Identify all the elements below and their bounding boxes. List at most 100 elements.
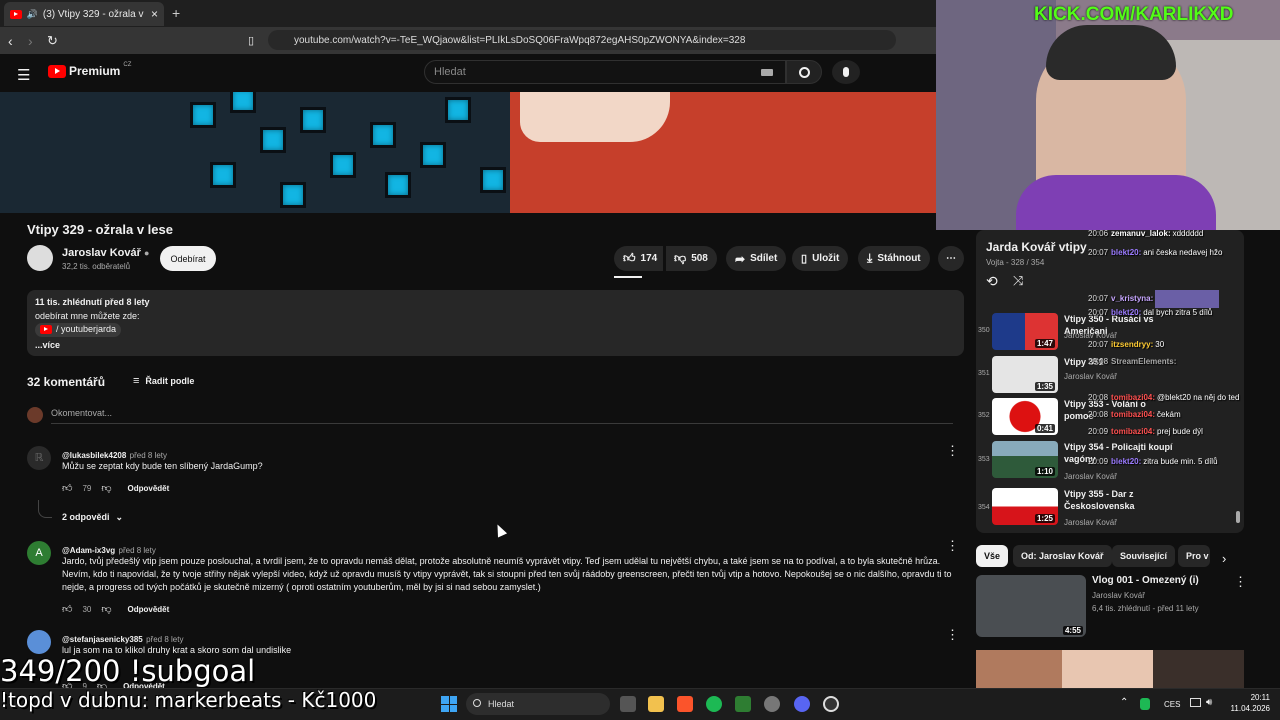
chat-user: tomibazi04:	[1111, 410, 1156, 419]
playlist-thumbnail[interactable]: 1:35	[992, 356, 1058, 393]
filter-chip-for-you[interactable]: Pro v	[1178, 545, 1210, 567]
download-icon: ⤓	[867, 251, 873, 265]
description-line: odebírat mne můžete zde:	[35, 310, 140, 321]
comment-time[interactable]: před 8 lety	[130, 451, 167, 460]
thumb-down-icon[interactable]: 👎︎	[101, 603, 111, 615]
like-button[interactable]: 👍︎ 174	[614, 246, 664, 271]
back-icon[interactable]: ‹	[8, 33, 13, 49]
save-button[interactable]: ▯ Uložit	[792, 246, 849, 271]
recommended-title[interactable]: Vlog 001 - Omezený (i)	[1092, 575, 1199, 586]
emote-icon	[1155, 290, 1220, 308]
playlist-thumbnail[interactable]: 1:10	[992, 441, 1058, 478]
sort-button[interactable]: ≡ Řadit podle	[133, 375, 194, 387]
youtube-logo[interactable]: Premium CZ	[48, 62, 131, 78]
taskbar-language[interactable]: CES	[1164, 700, 1180, 709]
playlist-thumbnail[interactable]: 0:41	[992, 398, 1058, 435]
recommended-menu-icon[interactable]: ⋮	[1234, 574, 1247, 590]
url-field[interactable]: youtube.com/watch?v=-TeE_WQjaow&list=PLI…	[268, 30, 896, 50]
comment-time[interactable]: před 8 lety	[146, 635, 183, 644]
spotify-icon[interactable]	[706, 696, 722, 712]
dislike-count: 508	[691, 253, 708, 264]
subscriber-count: 32,2 tis. odběratelů	[62, 262, 131, 271]
description-box[interactable]: 11 tis. zhlédnutí před 8 lety odebírat m…	[27, 290, 964, 356]
search-button[interactable]	[786, 60, 822, 84]
filter-chip-related[interactable]: Související	[1112, 545, 1176, 567]
comment-avatar[interactable]	[27, 630, 51, 654]
playlist-item-title[interactable]: Vtipy 355 - Dar z Československa	[1064, 488, 1174, 512]
search-icon	[473, 699, 481, 707]
new-tab-button[interactable]: +	[172, 5, 180, 21]
replies-toggle[interactable]: 2 odpovědi ⌄	[62, 512, 123, 523]
keyboard-icon[interactable]	[761, 68, 773, 76]
obs-icon[interactable]	[823, 696, 839, 712]
comment-text: Jardo, tvůj předešlý vtip jsem pouze pos…	[62, 556, 952, 592]
playlist-index: 354	[978, 504, 990, 511]
volume-icon[interactable]: 🔊︎	[1206, 697, 1212, 708]
description-link[interactable]: / youtuberjarda	[35, 323, 122, 337]
thumb-down-icon: 👎︎	[674, 251, 687, 265]
tray-app-icon[interactable]	[1140, 698, 1150, 710]
reload-icon[interactable]: ↻	[47, 33, 58, 49]
reply-button[interactable]: Odpovědět	[128, 484, 170, 493]
channel-avatar[interactable]	[27, 245, 53, 271]
comment-menu-icon[interactable]: ⋮	[946, 538, 959, 554]
recommended-thumbnail[interactable]: 4:55	[976, 575, 1086, 637]
forward-icon[interactable]: ›	[28, 33, 33, 49]
download-button[interactable]: ⤓ Stáhnout	[858, 246, 930, 271]
chevron-right-icon[interactable]: ›	[1222, 551, 1226, 566]
task-view-icon[interactable]	[620, 696, 636, 712]
file-explorer-icon[interactable]	[648, 696, 664, 712]
taskbar-clock[interactable]: 20:11 11.04.2026	[1220, 692, 1270, 714]
chat-time: 20:09	[1088, 457, 1109, 466]
chat-time: 20:09	[1088, 427, 1109, 436]
thumb-up-icon[interactable]: 👍︎	[62, 482, 72, 494]
chat-message: 20:09 tomibazi04: prej bude dýl	[1088, 427, 1203, 436]
network-icon[interactable]	[1190, 698, 1201, 707]
bookmark-icon[interactable]: ▯	[248, 34, 254, 47]
comment-author[interactable]: @lukasbilek4208	[62, 451, 126, 460]
dislike-button[interactable]: 👎︎ 508	[666, 246, 717, 271]
comment-avatar[interactable]: ℝ	[27, 446, 51, 470]
tab-close-icon[interactable]: ×	[151, 7, 158, 21]
app-icon[interactable]	[735, 696, 751, 712]
search-input[interactable]: Hledat	[424, 60, 786, 84]
subscribe-button[interactable]: Odebírat	[160, 246, 216, 271]
filter-chip-channel[interactable]: Od: Jaroslav Kovář	[1013, 545, 1112, 567]
brave-icon[interactable]	[677, 696, 693, 712]
comment-time[interactable]: před 8 lety	[119, 546, 156, 555]
microphone-icon	[843, 67, 849, 77]
ccleaner-icon[interactable]	[764, 696, 780, 712]
chat-time: 20:06	[1088, 229, 1109, 238]
start-icon[interactable]	[441, 696, 457, 712]
filter-chip-all[interactable]: Vše	[976, 545, 1009, 567]
recommended-author[interactable]: Jaroslav Kovář	[1092, 591, 1145, 600]
more-actions-button[interactable]: ⋯	[938, 246, 964, 271]
playlist-thumbnail[interactable]: 1:25	[992, 488, 1058, 525]
comment-author[interactable]: @Adam-ix3vg	[62, 546, 115, 555]
playlist-scrollbar[interactable]	[1236, 511, 1240, 523]
voice-search-button[interactable]	[832, 60, 860, 84]
playlist-title[interactable]: Jarda Kovář vtipy	[986, 240, 1087, 254]
shuffle-icon[interactable]: ⤨	[1013, 273, 1023, 289]
channel-name[interactable]: Jaroslav Kovář ●	[62, 247, 149, 259]
discord-icon[interactable]	[794, 696, 810, 712]
menu-icon[interactable]: ☰	[17, 66, 30, 84]
comment-avatar[interactable]: A	[27, 541, 51, 565]
replies-count: 2 odpovědi	[62, 512, 110, 522]
playlist-thumbnail[interactable]: 1:47	[992, 313, 1058, 350]
reply-button[interactable]: Odpovědět	[128, 605, 170, 614]
taskbar-search[interactable]: Hledat	[466, 693, 610, 715]
thumb-down-icon[interactable]: 👎︎	[101, 482, 111, 494]
tray-chevron-icon[interactable]: ⌃	[1120, 697, 1128, 708]
browser-tab[interactable]: 🔊 (3) Vtipy 329 - ožrala v lese - ×	[4, 2, 164, 26]
description-more[interactable]: ...více	[35, 339, 956, 353]
recommended-thumbnail-row[interactable]	[976, 650, 1244, 688]
thumb-up-icon[interactable]: 👍︎	[62, 603, 72, 615]
comment-menu-icon[interactable]: ⋮	[946, 627, 959, 643]
comment-author[interactable]: @stefanjasenicky385	[62, 635, 143, 644]
loop-icon[interactable]: ⟲	[986, 273, 998, 290]
comment-menu-icon[interactable]: ⋮	[946, 443, 959, 459]
add-comment-input[interactable]: Okomentovat...	[51, 408, 953, 424]
bookmark-save-icon: ▯	[801, 253, 808, 265]
share-button[interactable]: ➦ Sdílet	[726, 246, 787, 271]
